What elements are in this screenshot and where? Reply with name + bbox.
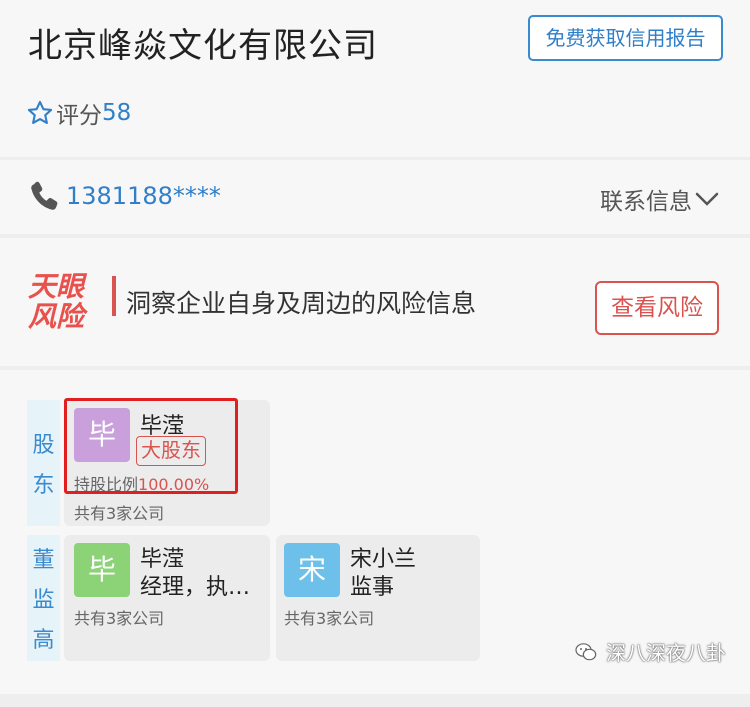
- executives-label-char-2: 监: [32, 588, 55, 613]
- watermark-text: 深八深夜八卦: [606, 641, 726, 665]
- highlight-annotation: [64, 398, 238, 494]
- wechat-icon: [575, 642, 597, 660]
- score-value: 58: [102, 100, 132, 126]
- company-count[interactable]: 共有3家公司: [74, 500, 164, 524]
- executive-card[interactable]: 毕 毕滢 经理，执… 共有3家公司: [64, 535, 270, 661]
- company-count[interactable]: 共有3家公司: [74, 605, 164, 629]
- executives-label: 董 监 高: [27, 535, 60, 661]
- score-label: 评分: [56, 103, 102, 129]
- company-count[interactable]: 共有3家公司: [284, 605, 374, 629]
- shareholders-label: 股 东: [27, 400, 60, 526]
- company-name: 北京峰焱文化有限公司: [28, 26, 378, 66]
- risk-description: 洞察企业自身及周边的风险信息: [126, 289, 477, 318]
- shareholders-label-char-1: 股: [32, 433, 55, 458]
- phone-number[interactable]: 1381188****: [66, 182, 221, 210]
- svg-text:风险: 风险: [28, 300, 88, 330]
- avatar: 毕: [74, 543, 130, 597]
- executives-label-char-1: 董: [32, 548, 55, 573]
- watermark: 深八深夜八卦: [574, 637, 726, 666]
- view-risk-button[interactable]: 查看风险: [595, 281, 719, 335]
- shareholders-label-char-2: 东: [32, 473, 55, 498]
- svg-text:天眼: 天眼: [28, 270, 88, 303]
- executive-card[interactable]: 宋 宋小兰 监事 共有3家公司: [276, 535, 480, 661]
- star-icon: [27, 100, 53, 124]
- tianyan-risk-logo: 天眼 风险: [28, 270, 88, 330]
- free-credit-report-button[interactable]: 免费获取信用报告: [528, 15, 723, 61]
- executive-role: 经理，执…: [140, 575, 251, 600]
- contact-info-toggle[interactable]: 联系信息: [600, 182, 720, 216]
- phone-icon: [31, 181, 58, 210]
- executives-label-char-3: 高: [32, 628, 55, 653]
- contact-info-label: 联系信息: [600, 189, 692, 215]
- risk-banner: 天眼 风险 洞察企业自身及周边的风险信息 查看风险: [0, 238, 750, 366]
- company-header: 北京峰焱文化有限公司 免费获取信用报告 评分 58: [0, 0, 750, 157]
- contact-row: 1381188**** 联系信息: [0, 160, 750, 234]
- chevron-down-icon: [695, 192, 719, 206]
- risk-divider: [112, 276, 116, 316]
- avatar: 宋: [284, 543, 340, 597]
- score-row[interactable]: 评分 58: [26, 96, 131, 130]
- executive-role: 监事: [350, 575, 395, 600]
